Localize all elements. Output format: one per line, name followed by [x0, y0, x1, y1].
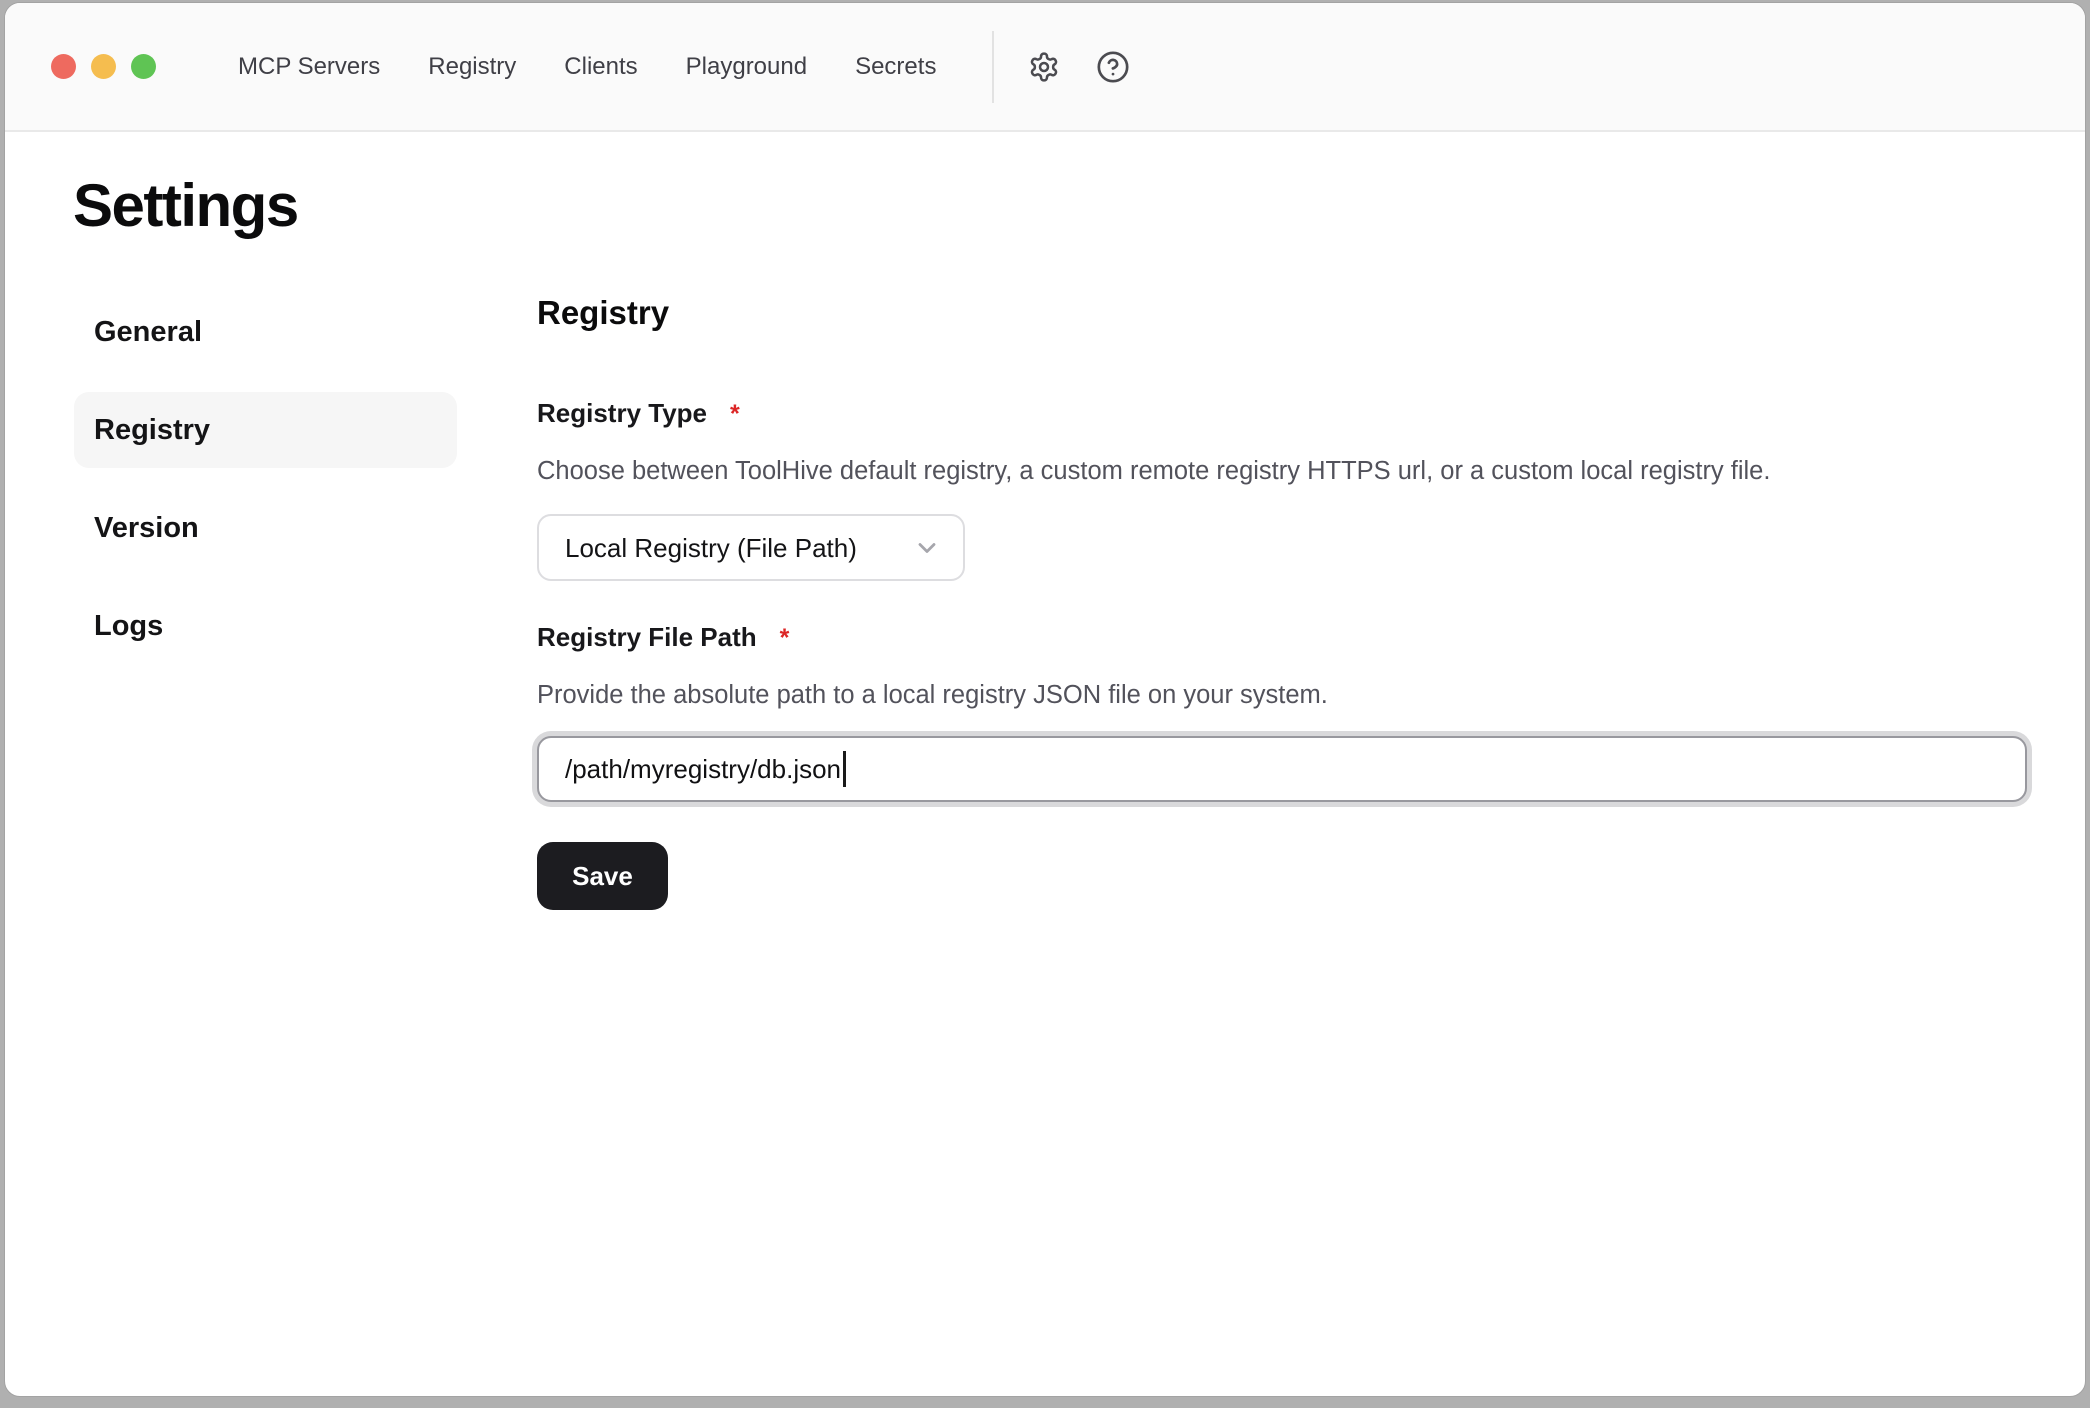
nav-item-clients[interactable]: Clients: [564, 55, 637, 79]
registry-file-path-input[interactable]: /path/myregistry/db.json: [537, 736, 2027, 802]
sidebar-item-general[interactable]: General: [74, 294, 457, 370]
registry-type-label: Registry Type: [537, 399, 707, 428]
top-navigation: MCP Servers Registry Clients Playground …: [238, 55, 936, 79]
chevron-down-icon: [913, 534, 941, 562]
save-button[interactable]: Save: [537, 842, 668, 910]
section-heading: Registry: [537, 296, 2027, 329]
required-marker: *: [730, 401, 740, 429]
registry-type-label-row: Registry Type *: [537, 399, 2027, 429]
nav-item-registry[interactable]: Registry: [428, 55, 516, 79]
page-title: Settings: [73, 176, 2085, 236]
registry-type-select[interactable]: Local Registry (File Path): [537, 514, 965, 581]
registry-file-path-label: Registry File Path: [537, 623, 757, 652]
settings-gear-icon[interactable]: [1028, 51, 1060, 83]
sidebar-item-registry[interactable]: Registry: [74, 392, 457, 468]
settings-sidebar: General Registry Version Logs: [74, 294, 457, 910]
registry-type-selected-value: Local Registry (File Path): [565, 535, 857, 561]
required-marker: *: [780, 625, 790, 653]
sidebar-item-logs[interactable]: Logs: [74, 588, 457, 664]
nav-item-mcp-servers[interactable]: MCP Servers: [238, 55, 380, 79]
sidebar-item-version[interactable]: Version: [74, 490, 457, 566]
registry-file-path-description: Provide the absolute path to a local reg…: [537, 680, 2027, 711]
close-window-button[interactable]: [51, 54, 76, 79]
nav-item-secrets[interactable]: Secrets: [855, 55, 936, 79]
minimize-window-button[interactable]: [91, 54, 116, 79]
registry-file-path-label-row: Registry File Path *: [537, 623, 2027, 653]
zoom-window-button[interactable]: [131, 54, 156, 79]
registry-type-description: Choose between ToolHive default registry…: [537, 456, 2027, 487]
app-window: MCP Servers Registry Clients Playground …: [4, 2, 2086, 1397]
registry-file-path-value: /path/myregistry/db.json: [565, 756, 841, 782]
titlebar: MCP Servers Registry Clients Playground …: [5, 3, 2085, 132]
titlebar-divider: [992, 31, 994, 103]
registry-settings-panel: Registry Registry Type * Choose between …: [537, 294, 2027, 910]
settings-body: General Registry Version Logs Registry R…: [74, 294, 2085, 910]
nav-item-playground[interactable]: Playground: [686, 55, 807, 79]
traffic-lights: [51, 54, 156, 79]
help-icon[interactable]: [1096, 50, 1130, 84]
text-cursor: [843, 751, 846, 787]
